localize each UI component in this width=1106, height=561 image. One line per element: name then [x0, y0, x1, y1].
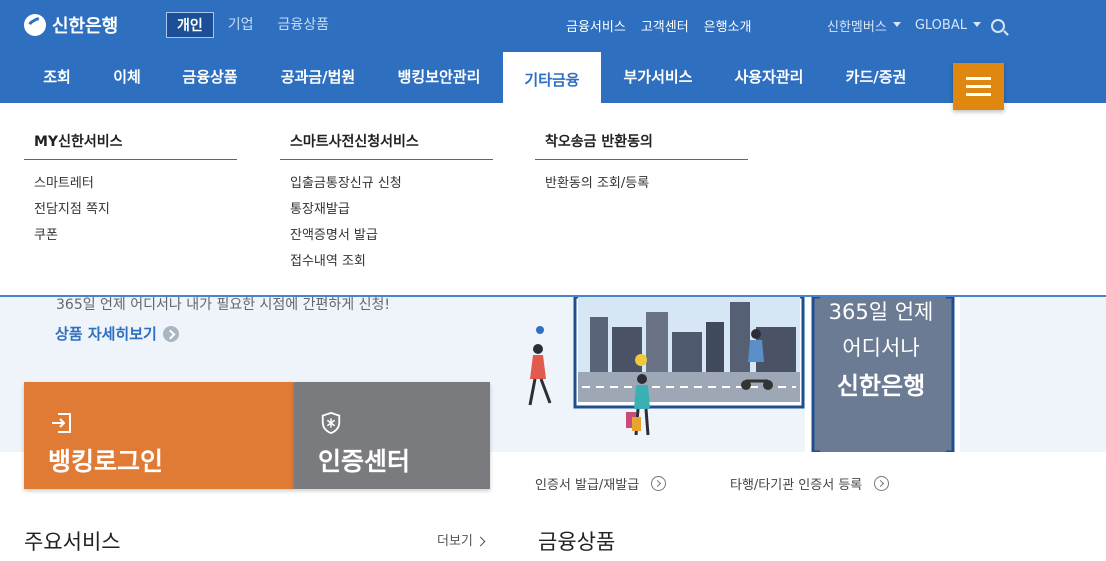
submenu-title[interactable]: 착오송금 반환동의 [535, 131, 748, 160]
segment-corporate[interactable]: 기업 [218, 12, 264, 38]
shinhan-logo[interactable]: 신한은행 [24, 12, 118, 38]
nav-other-finance[interactable]: 기타금융 [503, 52, 601, 103]
financial-products-title: 금융상품 [538, 530, 616, 554]
nav-card-securities[interactable]: 카드/증권 [830, 52, 922, 103]
search-icon[interactable] [990, 18, 1005, 33]
submenu-link[interactable]: 쿠폰 [24, 224, 237, 243]
cert-center-button[interactable]: 인증센터 [294, 382, 490, 489]
more-button[interactable]: 더보기 [437, 530, 484, 549]
menu-icon [966, 77, 991, 80]
product-detail-link[interactable]: 상품 자세히보기 [55, 323, 179, 344]
logo-text: 신한은행 [52, 16, 119, 37]
arrow-right-icon [651, 476, 667, 491]
cert-register-link[interactable]: 타행/타기관 인증서 등록 [730, 474, 890, 493]
family-site-dropdown[interactable]: 신한멤버스 [827, 16, 887, 35]
chevron-down-icon [892, 22, 901, 27]
submenu-dropdown: MY신한서비스 스마트레터 전담지점 쪽지 쿠폰 스마트사전신청서비스 입출금통… [0, 103, 1106, 297]
nav-user-management[interactable]: 사용자관리 [718, 52, 820, 103]
cert-register-label: 타행/타기관 인증서 등록 [730, 478, 863, 493]
sign-line-2: 어디서나 [842, 336, 919, 360]
main-services-title: 주요서비스 [24, 530, 121, 554]
financial-services-link[interactable]: 금융서비스 [566, 16, 626, 35]
main-navigation: 조회 이체 금융상품 공과금/법원 뱅킹보안관리 기타금융 부가서비스 사용자관… [0, 52, 1106, 103]
arrow-right-icon [162, 325, 179, 342]
customer-center-link[interactable]: 고객센터 [641, 16, 689, 35]
submenu-column-my-shinhan: MY신한서비스 스마트레터 전담지점 쪽지 쿠폰 [24, 131, 237, 243]
sign-line-1: 365일 언제 [829, 300, 934, 324]
nav-banking-security[interactable]: 뱅킹보안관리 [382, 52, 496, 103]
submenu-title[interactable]: 스마트사전신청서비스 [280, 131, 493, 160]
global-dropdown[interactable]: GLOBAL [915, 18, 967, 33]
product-detail-label: 상품 자세히보기 [55, 325, 157, 343]
shield-icon [321, 412, 341, 434]
top-bar: 신한은행 개인 기업 금융상품 금융서비스 고객센터 은행소개 신한멤버스 GL… [0, 0, 1106, 52]
woman-walking-figure [528, 326, 552, 406]
nav-financial-products[interactable]: 금융상품 [166, 52, 254, 103]
submenu-link[interactable]: 입출금통장신규 신청 [280, 172, 493, 191]
submenu-link[interactable]: 통장재발급 [280, 198, 493, 217]
segment-products[interactable]: 금융상품 [268, 12, 340, 38]
submenu-link[interactable]: 전담지점 쪽지 [24, 198, 237, 217]
nav-additional-services[interactable]: 부가서비스 [606, 52, 710, 103]
nav-inquiry[interactable]: 조회 [24, 52, 90, 103]
nav-transfer[interactable]: 이체 [94, 52, 160, 103]
shinhan-logo-icon [24, 14, 46, 36]
banner-illustration: 365일 언제 어디서나 신한은행 [528, 297, 960, 452]
chevron-down-icon [972, 22, 981, 27]
utility-links: 금융서비스 고객센터 은행소개 [566, 16, 767, 35]
submenu-link[interactable]: 잔액증명서 발급 [280, 224, 493, 243]
banking-login-button[interactable]: 뱅킹로그인 [24, 382, 294, 489]
submenu-column-mistaken-remittance: 착오송금 반환동의 반환동의 조회/등록 [535, 131, 748, 191]
submenu-link[interactable]: 스마트레터 [24, 172, 237, 191]
banking-login-label: 뱅킹로그인 [48, 447, 164, 476]
cert-issue-link[interactable]: 인증서 발급/재발급 [535, 474, 667, 493]
submenu-title[interactable]: MY신한서비스 [24, 131, 237, 160]
banner-text: 365일 언제 어디서나 내가 필요한 시점에 간편하게 신청! [56, 297, 390, 313]
utility-right: 신한멤버스 GLOBAL [827, 16, 1005, 35]
login-icon [52, 413, 71, 433]
all-menu-button[interactable] [953, 63, 1004, 110]
submenu-column-smart-apply: 스마트사전신청서비스 입출금통장신규 신청 통장재발급 잔액증명서 발급 접수내… [280, 131, 493, 269]
cert-issue-label: 인증서 발급/재발급 [535, 478, 640, 493]
arrow-right-icon [874, 476, 890, 491]
segment-personal[interactable]: 개인 [166, 12, 214, 38]
sign-line-3: 신한은행 [837, 372, 925, 400]
nav-utility-court[interactable]: 공과금/법원 [264, 52, 372, 103]
submenu-link[interactable]: 반환동의 조회/등록 [535, 172, 748, 191]
customer-segment-tabs: 개인 기업 금융상품 [166, 12, 343, 38]
cert-center-label: 인증센터 [318, 447, 411, 476]
submenu-link[interactable]: 접수내역 조회 [280, 250, 493, 269]
bank-intro-link[interactable]: 은행소개 [704, 16, 752, 35]
